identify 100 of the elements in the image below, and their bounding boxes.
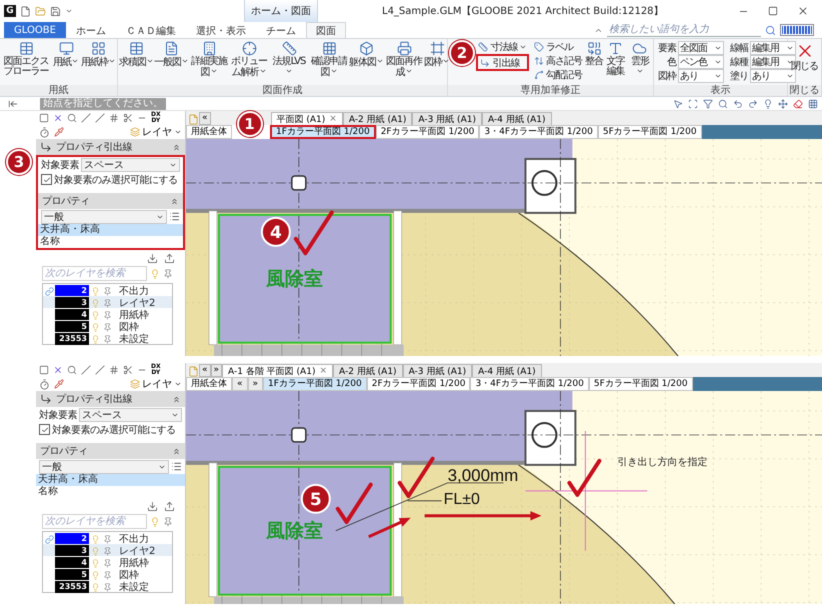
- ribbon-button[interactable]: 求積図: [119, 40, 154, 69]
- pin-icon[interactable]: [163, 516, 173, 526]
- view-tab[interactable]: 5Fカラー平面図 1/200: [588, 377, 693, 391]
- category-select[interactable]: 一般: [39, 460, 169, 474]
- section-header[interactable]: プロパティ引出線: [36, 139, 185, 155]
- sheet-tab[interactable]: A-1 各階 平面図 (A1) ×: [222, 364, 333, 377]
- ribbon-button[interactable]: 雲形: [628, 40, 652, 79]
- view-tab[interactable]: 1Fカラー平面図 1/200: [270, 125, 376, 139]
- nav-button[interactable]: »: [248, 377, 264, 391]
- category-select[interactable]: 一般: [41, 210, 167, 224]
- layer-button[interactable]: レイヤ: [130, 125, 182, 139]
- target-select[interactable]: スペース: [79, 408, 182, 422]
- scissors-icon[interactable]: [123, 113, 133, 123]
- move-icon[interactable]: [778, 98, 788, 108]
- nav-button[interactable]: »: [210, 364, 222, 377]
- export-icon[interactable]: [164, 253, 175, 264]
- ribbon-tab[interactable]: 図面: [306, 22, 346, 38]
- pin-icon[interactable]: [102, 546, 112, 556]
- tab-close[interactable]: ×: [319, 366, 327, 376]
- ribbon-button[interactable]: 図面再作成: [384, 40, 424, 79]
- search-field[interactable]: 検索したい語句を入力: [607, 24, 761, 36]
- ribbon-button[interactable]: 高さ記号: [532, 54, 584, 67]
- ribbon-tab[interactable]: ホーム: [66, 22, 116, 38]
- setting-select[interactable]: あり: [678, 68, 724, 82]
- ribbon-button[interactable]: 寸法線: [476, 40, 530, 53]
- layer-search-field[interactable]: 次のレイヤを検索: [42, 266, 147, 281]
- save-icon[interactable]: [50, 6, 61, 16]
- pin-icon[interactable]: [102, 582, 112, 592]
- line-icon[interactable]: [95, 365, 105, 375]
- view-tab[interactable]: 2Fカラー平面図 1/200: [376, 125, 480, 139]
- search-icon[interactable]: [67, 365, 77, 375]
- ribbon-button[interactable]: 整合: [585, 40, 604, 68]
- ribbon-button[interactable]: 図枠: [424, 40, 450, 69]
- view-tab[interactable]: 1Fカラー平面図 1/200: [263, 377, 367, 391]
- pointer-icon[interactable]: [673, 98, 683, 108]
- section-header[interactable]: プロパティ引出線: [36, 391, 185, 407]
- collapse-icon[interactable]: [8, 98, 18, 108]
- pin-icon[interactable]: [102, 310, 112, 320]
- cross-icon[interactable]: [53, 365, 63, 375]
- ribbon-button[interactable]: ラベル: [532, 40, 584, 53]
- import-icon[interactable]: [147, 501, 158, 512]
- ribbon-button[interactable]: ボリューム解析: [229, 40, 269, 79]
- sheet-tab[interactable]: A-2 用紙 (A1): [333, 364, 403, 377]
- view-tab[interactable]: 5Fカラー平面図 1/200: [598, 125, 702, 139]
- cross-icon[interactable]: [53, 113, 63, 123]
- ribbon-button[interactable]: 用紙枠: [81, 40, 116, 69]
- pin-icon[interactable]: [102, 558, 112, 568]
- ribbon-tab[interactable]: GLOOBE: [4, 22, 66, 38]
- timer-icon[interactable]: [39, 378, 50, 390]
- pin-icon[interactable]: [102, 286, 112, 296]
- section-header[interactable]: プロパティ: [38, 193, 183, 209]
- setting-select[interactable]: 編集用: [750, 40, 796, 54]
- nav-button[interactable]: «: [232, 377, 248, 391]
- view-tab[interactable]: 2Fカラー平面図 1/200: [366, 377, 470, 391]
- ribbon-button[interactable]: 法規LVS: [269, 40, 309, 79]
- layer-row[interactable]: 3 レイヤ2: [43, 296, 172, 308]
- setting-select[interactable]: ペン色: [678, 54, 724, 68]
- section-header[interactable]: プロパティ: [36, 443, 185, 459]
- pipette-icon[interactable]: [54, 379, 64, 389]
- nav-button[interactable]: «: [199, 364, 211, 377]
- corner-icon[interactable]: [39, 365, 49, 375]
- new-file-icon[interactable]: [20, 6, 31, 16]
- hash-icon[interactable]: [109, 113, 119, 123]
- undo-icon[interactable]: [733, 98, 743, 108]
- ribbon-button[interactable]: 詳細実施図: [189, 40, 229, 79]
- pattern-icon[interactable]: [780, 24, 814, 36]
- slash-icon[interactable]: [81, 365, 91, 375]
- checkbox[interactable]: [41, 174, 52, 185]
- ribbon-button[interactable]: 引出線: [476, 54, 530, 71]
- property-item[interactable]: 天井高・床高: [36, 474, 185, 486]
- ribbon-tab[interactable]: ＣＡＤ編集: [116, 22, 186, 38]
- nav-button[interactable]: «: [199, 112, 211, 125]
- sheet-tab[interactable]: A-3 用紙 (A1): [402, 364, 472, 377]
- ribbon-button[interactable]: 一般図: [154, 40, 189, 69]
- layer-search-field[interactable]: 次のレイヤを検索: [42, 514, 147, 529]
- pin-icon[interactable]: [163, 268, 173, 278]
- setting-select[interactable]: 全図面: [678, 40, 724, 54]
- tab-close[interactable]: ×: [329, 114, 337, 124]
- ribbon-tab[interactable]: チーム: [256, 22, 306, 38]
- ribbon-button[interactable]: 勾配記号: [532, 68, 584, 81]
- line-icon[interactable]: [95, 113, 105, 123]
- corner-icon[interactable]: [39, 113, 49, 123]
- view-tab[interactable]: 用紙全体: [186, 377, 232, 391]
- pin-icon[interactable]: [102, 534, 112, 544]
- lightbulb-icon[interactable]: [763, 98, 773, 108]
- pipette-icon[interactable]: [54, 127, 64, 137]
- sheet-tab[interactable]: A-2 用紙 (A1): [342, 112, 412, 125]
- search-icon[interactable]: [67, 113, 77, 123]
- view-tab[interactable]: 用紙全体: [186, 125, 232, 139]
- folder-icon[interactable]: [35, 6, 46, 16]
- search-icon[interactable]: [765, 24, 776, 36]
- eraser-icon[interactable]: [793, 98, 803, 108]
- pin-icon[interactable]: [102, 322, 112, 332]
- ribbon-tab[interactable]: 選択・表示: [186, 22, 256, 38]
- ribbon-button[interactable]: 確認申請図: [309, 40, 349, 79]
- ribbon-button[interactable]: 躯体図: [349, 40, 384, 69]
- search-icon[interactable]: [718, 98, 728, 108]
- scan-icon[interactable]: [688, 98, 698, 108]
- export-icon[interactable]: [164, 501, 175, 512]
- sheet-tab[interactable]: A-4 用紙 (A1): [472, 364, 542, 377]
